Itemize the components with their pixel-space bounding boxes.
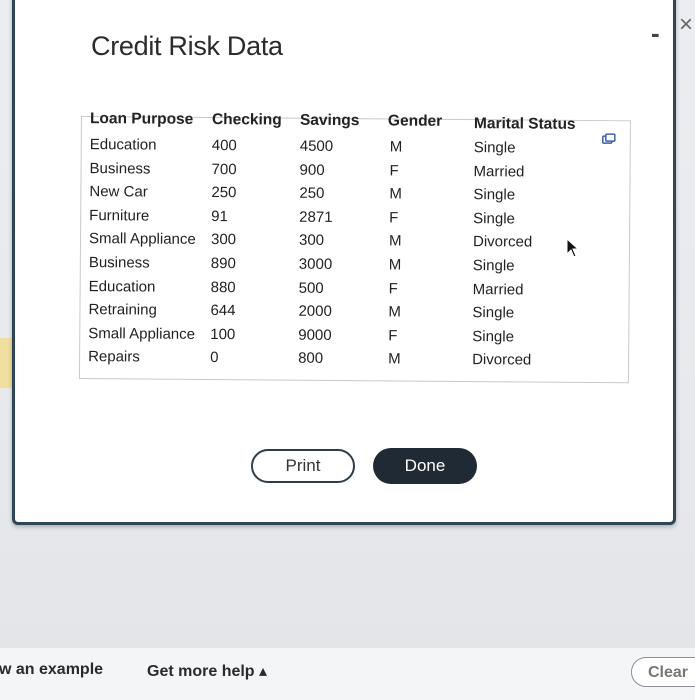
- cell-savings: 4500: [299, 137, 334, 155]
- data-table: Loan Purpose Checking Savings Gender Marital…: [78, 110, 631, 384]
- cell-savings: 500: [298, 279, 324, 297]
- cell-gender: F: [388, 327, 398, 345]
- minimize-button[interactable]: -: [651, 18, 660, 49]
- cell-gender: F: [389, 209, 399, 227]
- cell-loan-purpose: New Car: [89, 183, 148, 201]
- cell-loan-purpose: Small Appliance: [88, 230, 196, 249]
- clear-button[interactable]: Clear: [631, 657, 695, 687]
- cell-savings: 3000: [298, 255, 333, 273]
- header-loan-purpose: Loan Purpose: [89, 110, 194, 128]
- dialog-title: Credit Risk Data: [91, 31, 283, 61]
- cell-loan-purpose: Repairs: [88, 348, 140, 366]
- cell-marital-status: Single: [473, 139, 516, 157]
- cell-marital-status: Married: [473, 162, 525, 181]
- cell-checking: 400: [211, 137, 237, 155]
- cell-checking: 0: [210, 349, 219, 367]
- get-more-help-link[interactable]: Get more help ▴: [147, 661, 267, 681]
- done-button[interactable]: Done: [373, 448, 477, 484]
- cell-loan-purpose: Business: [88, 254, 150, 272]
- cell-loan-purpose: Small Appliance: [88, 324, 196, 343]
- cell-marital-status: Single: [472, 327, 515, 346]
- cell-marital-status: Married: [472, 280, 524, 299]
- cell-gender: M: [388, 350, 401, 368]
- cell-checking: 890: [210, 255, 236, 273]
- cell-checking: 91: [211, 207, 228, 225]
- cell-gender: M: [389, 138, 403, 156]
- mouse-cursor-icon: [566, 238, 580, 258]
- header-savings: Savings: [299, 111, 360, 130]
- cell-savings: 9000: [298, 326, 332, 344]
- bottom-bar: [0, 648, 695, 700]
- cell-gender: F: [389, 162, 399, 180]
- header-checking: Checking: [211, 111, 282, 129]
- cell-checking: 880: [210, 278, 236, 296]
- cell-loan-purpose: Retraining: [88, 301, 157, 319]
- header-marital-status: Marital Status: [473, 115, 576, 133]
- cell-savings: 2871: [299, 208, 333, 226]
- cell-loan-purpose: Business: [89, 159, 151, 178]
- cell-gender: M: [389, 185, 402, 203]
- cell-marital-status: Divorced: [472, 233, 533, 251]
- cell-checking: 100: [210, 325, 236, 344]
- cell-savings: 250: [299, 184, 325, 203]
- credit-risk-dialog: Credit Risk Data - × Loan Purpose Checkin…: [12, 0, 693, 525]
- view-example-link[interactable]: w an example: [0, 661, 103, 679]
- close-button[interactable]: ×: [679, 13, 693, 37]
- cell-loan-purpose: Education: [88, 277, 156, 296]
- cell-checking: 250: [211, 184, 237, 202]
- cell-gender: M: [388, 256, 402, 274]
- cell-marital-status: Divorced: [472, 351, 532, 369]
- cell-checking: 644: [210, 302, 236, 320]
- cell-loan-purpose: Furniture: [89, 206, 150, 225]
- cell-savings: 2000: [298, 302, 332, 321]
- cell-loan-purpose: Education: [89, 136, 157, 154]
- cell-checking: 700: [211, 160, 237, 178]
- cell-gender: F: [388, 280, 398, 298]
- cell-marital-status: Single: [473, 209, 515, 228]
- cell-savings: 900: [299, 161, 325, 179]
- cell-checking: 300: [210, 231, 237, 249]
- cell-marital-status: Single: [472, 304, 515, 322]
- cell-savings: 800: [298, 350, 324, 368]
- cell-marital-status: Single: [473, 186, 516, 204]
- header-gender: Gender: [387, 112, 443, 130]
- print-button[interactable]: Print: [251, 449, 355, 483]
- cell-savings: 300: [298, 232, 325, 250]
- copy-icon[interactable]: [602, 133, 616, 145]
- cell-marital-status: Single: [472, 257, 515, 275]
- cell-gender: M: [388, 232, 402, 250]
- cell-gender: M: [388, 303, 402, 321]
